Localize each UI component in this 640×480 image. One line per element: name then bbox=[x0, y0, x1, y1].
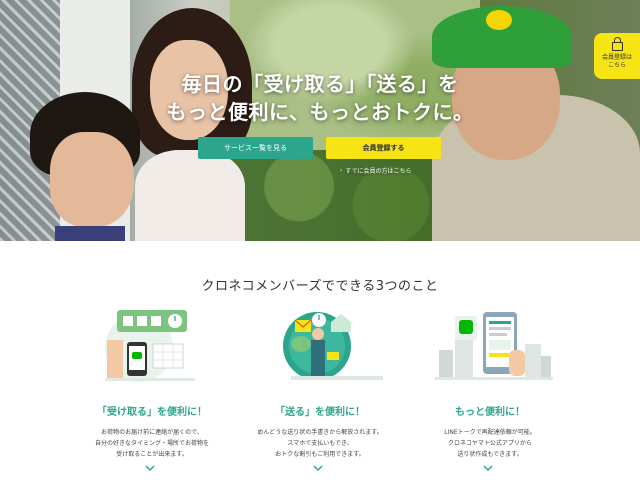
feature-send-title: 「送る」を便利に！ bbox=[275, 407, 365, 418]
login-link-label: すでに会員の方はこちら bbox=[345, 168, 412, 175]
chevron-down-icon[interactable] bbox=[313, 463, 323, 473]
login-link[interactable]: › すでに会員の方はこちら bbox=[340, 166, 411, 175]
hero-photo-hedge bbox=[230, 150, 460, 241]
member-register-badge[interactable]: 会員登録は こちら bbox=[594, 33, 640, 79]
register-button[interactable]: 会員登録する bbox=[326, 137, 441, 159]
feature-more-title: もっと便利に！ bbox=[455, 407, 525, 418]
chevron-down-icon[interactable] bbox=[145, 463, 155, 473]
feature-receive-desc: お荷物のお届け前に連絡が届くので、 自分の好きなタイミング・場所でお荷物を 受け… bbox=[94, 429, 209, 458]
chevron-right-icon: › bbox=[340, 167, 343, 174]
services-list-button[interactable]: サービス一覧を見る bbox=[198, 137, 313, 159]
hero-title-line2: もっと便利に、もっとおトクに。 bbox=[166, 100, 474, 124]
receive-illustration-icon bbox=[87, 300, 217, 390]
hero-section: 毎日の「受け取る」「送る」を もっと便利に、もっとおトクに。 サービス一覧を見る… bbox=[0, 0, 640, 241]
feature-receive-title: 「受け取る」を便利に！ bbox=[97, 407, 207, 418]
lock-icon bbox=[611, 37, 623, 51]
section-title: クロネコメンバーズでできる3つのこと bbox=[201, 279, 439, 294]
hero-title: 毎日の「受け取る」「送る」を もっと便利に、もっとおトクに。 bbox=[150, 70, 490, 126]
feature-more: もっと便利に！ LINEトークで再配達依頼が可能。 クロネコヤマト公式アプリから… bbox=[395, 300, 585, 472]
hero-title-line1: 毎日の「受け取る」「送る」を bbox=[181, 72, 459, 96]
feature-more-desc: LINEトークで再配達依頼が可能。 クロネコヤマト公式アプリから 送り状作成もで… bbox=[444, 429, 536, 458]
chevron-down-icon[interactable] bbox=[483, 463, 493, 473]
send-illustration-icon bbox=[255, 300, 385, 390]
feature-send: 「送る」を便利に！ めんどうな送り状の手書きから解放されます。 スマホで支払いも… bbox=[225, 300, 415, 472]
feature-send-desc: めんどうな送り状の手書きから解放されます。 スマホで支払いもでき、 おトクな割引… bbox=[257, 429, 383, 458]
app-illustration-icon bbox=[425, 300, 555, 390]
cap-logo-icon bbox=[486, 10, 512, 30]
member-badge-line2: こちら bbox=[607, 62, 626, 69]
member-badge-line1: 会員登録は bbox=[601, 54, 632, 61]
feature-receive: 「受け取る」を便利に！ お荷物のお届け前に連絡が届くので、 自分の好きなタイミン… bbox=[57, 300, 247, 472]
